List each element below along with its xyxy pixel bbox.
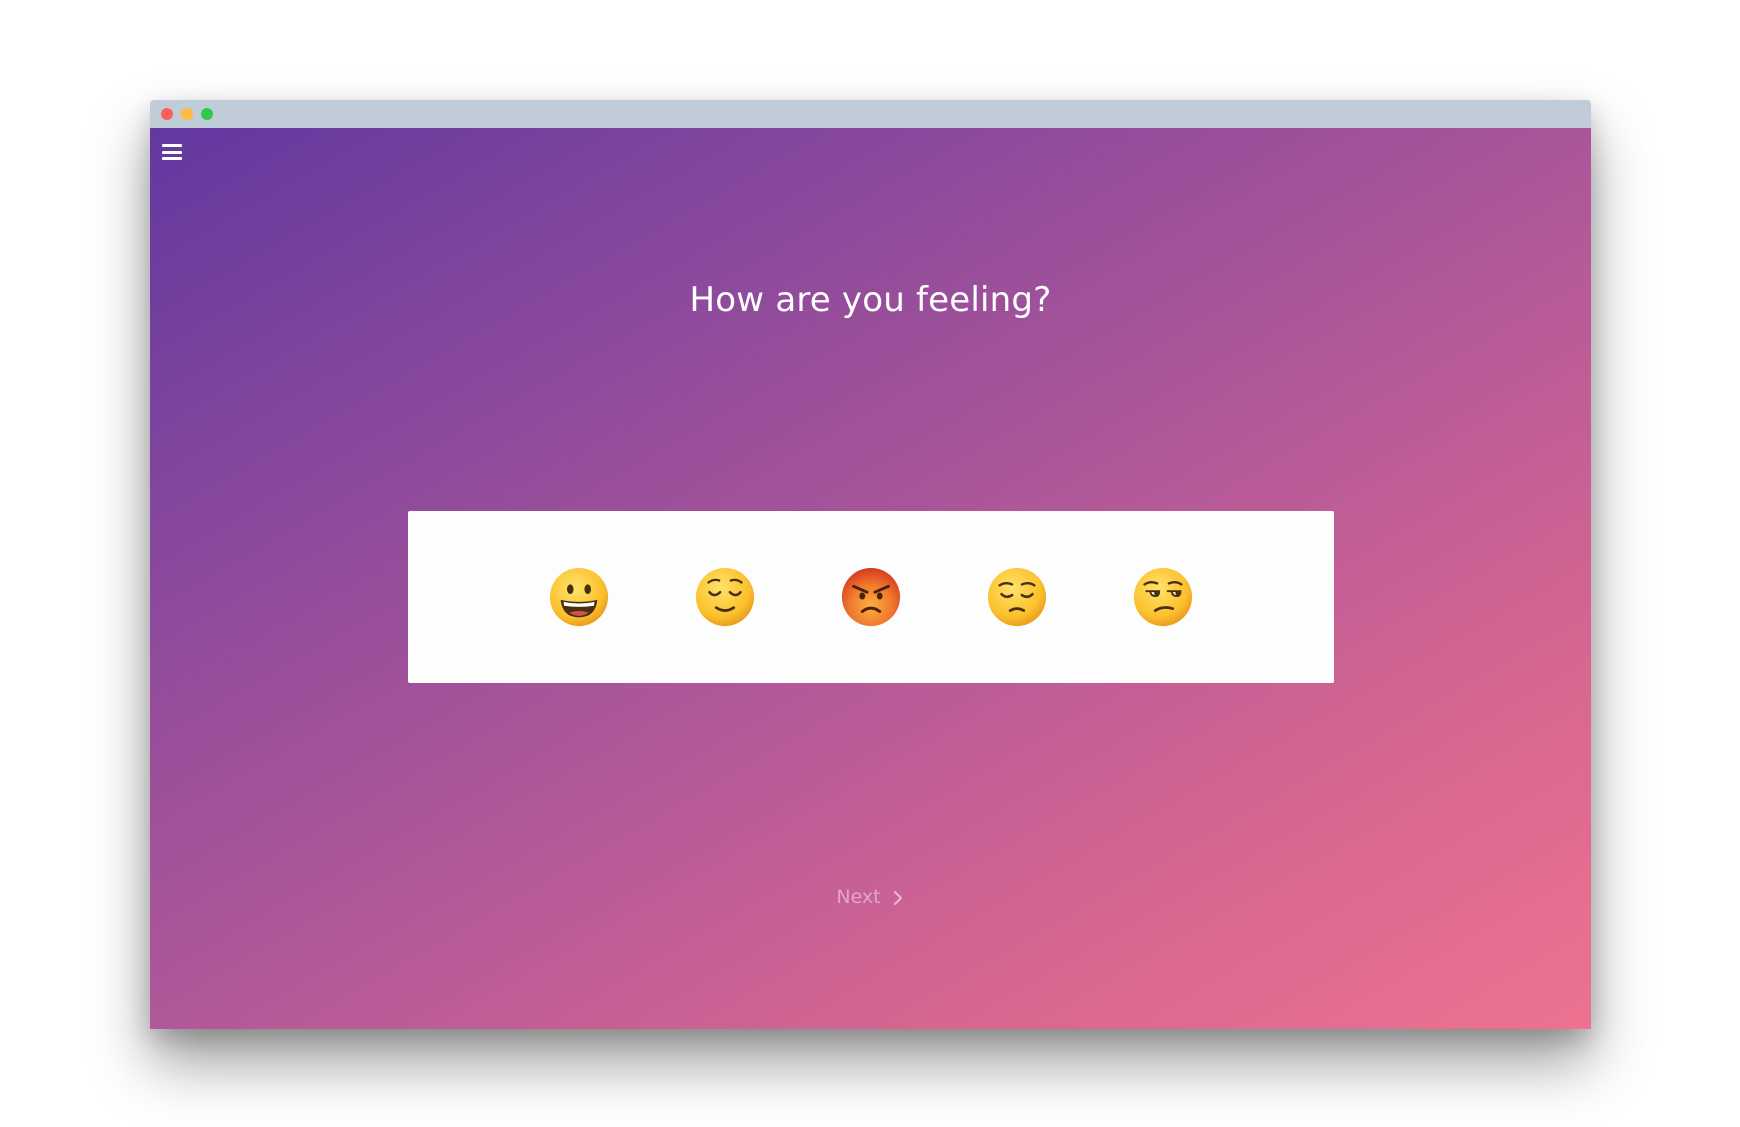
- app-content: How are you feeling? Next: [150, 128, 1591, 1029]
- window-maximize-button[interactable]: [201, 108, 213, 120]
- window-titlebar: [150, 100, 1591, 128]
- chevron-right-icon: [891, 889, 905, 906]
- mood-options-card: [408, 511, 1334, 683]
- relieved-face-icon[interactable]: [694, 566, 756, 628]
- next-button-label: Next: [836, 886, 881, 908]
- window-minimize-button[interactable]: [181, 108, 193, 120]
- pensive-face-icon[interactable]: [986, 566, 1048, 628]
- next-button[interactable]: Next: [150, 886, 1591, 908]
- question-heading: How are you feeling?: [689, 280, 1052, 320]
- unamused-face-icon[interactable]: [1132, 566, 1194, 628]
- browser-window: How are you feeling? Next: [150, 100, 1591, 1029]
- angry-face-icon[interactable]: [840, 566, 902, 628]
- grinning-face-icon[interactable]: [548, 566, 610, 628]
- window-close-button[interactable]: [161, 108, 173, 120]
- hamburger-menu-icon[interactable]: [162, 142, 184, 162]
